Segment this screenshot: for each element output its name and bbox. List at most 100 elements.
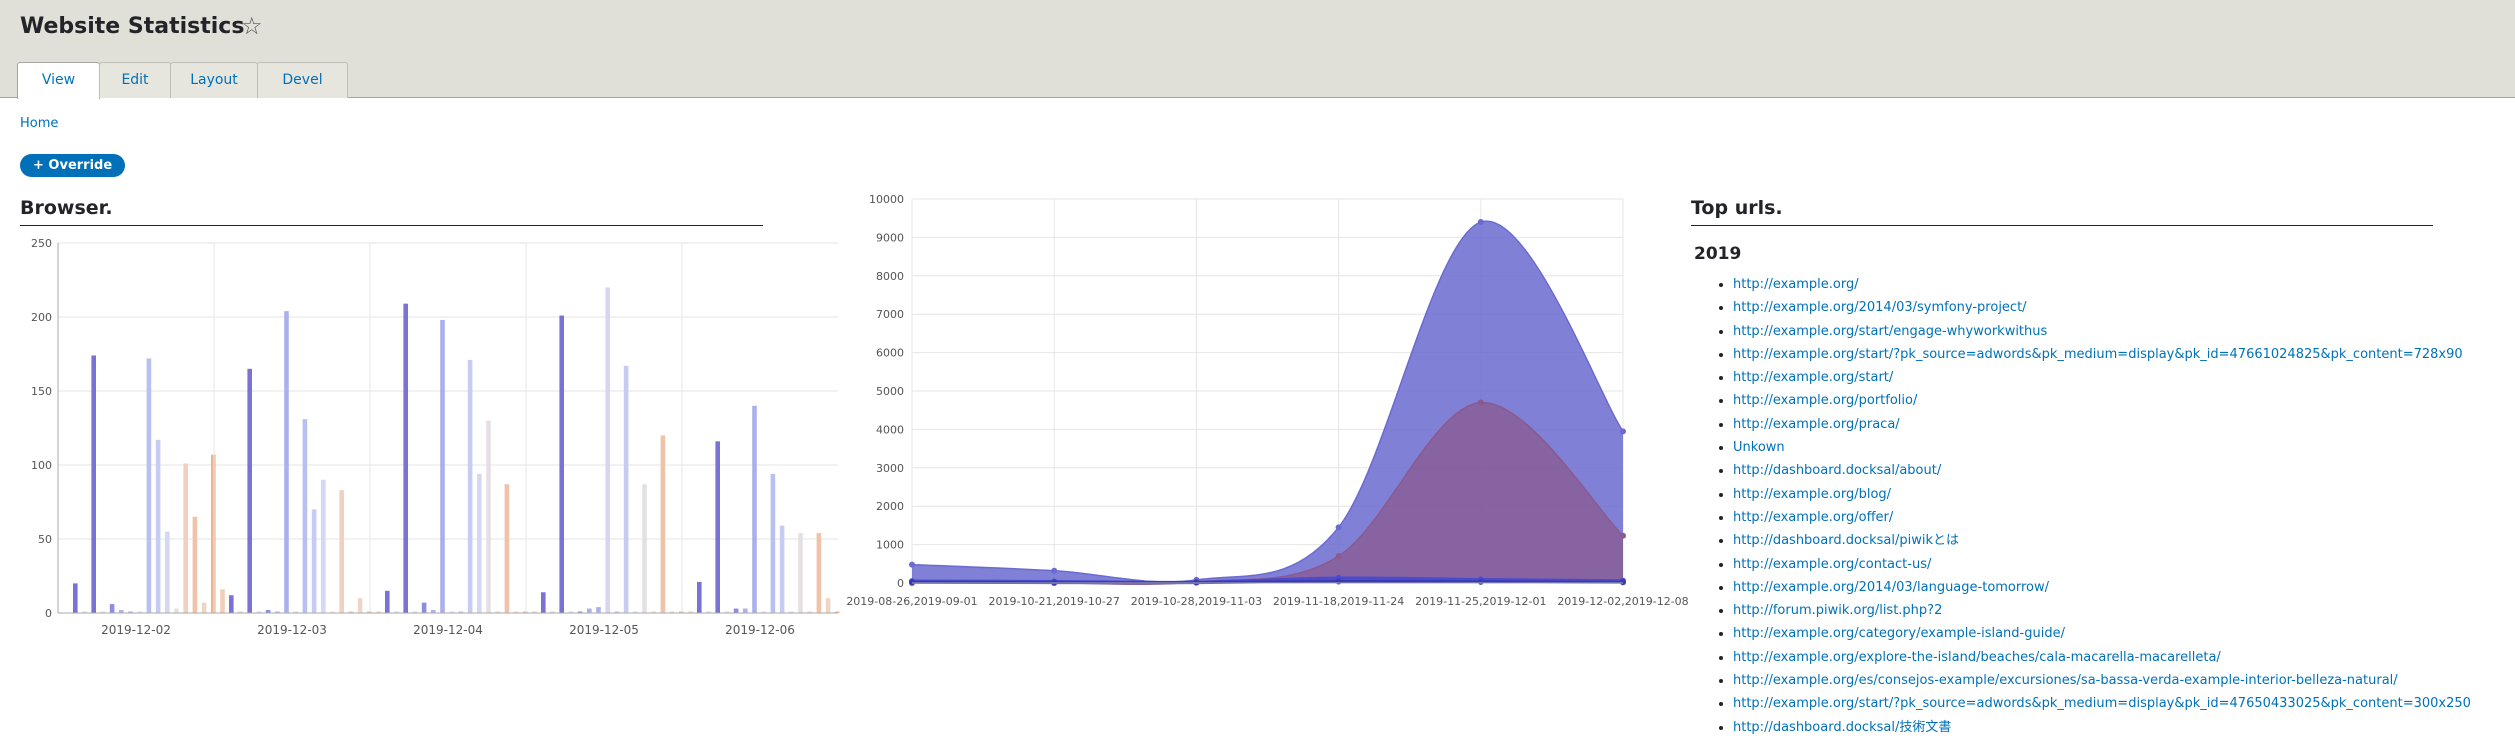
url-link[interactable]: http://example.org/2014/03/symfony-proje… bbox=[1733, 300, 2027, 315]
url-list-item: http://example.org/portfolio/ bbox=[1733, 392, 2471, 415]
url-link[interactable]: http://forum.piwik.org/list.php?2 bbox=[1733, 603, 1942, 618]
url-link[interactable]: http://example.org/contact-us/ bbox=[1733, 557, 1931, 572]
url-link[interactable]: http://example.org/start/engage-whyworkw… bbox=[1733, 324, 2047, 339]
x-tick-label: 2019-12-02 bbox=[101, 623, 171, 637]
star-outline-icon[interactable]: ☆ bbox=[241, 12, 263, 40]
bar bbox=[743, 608, 748, 613]
x-tick-label: 2019-10-21,2019-10-27 bbox=[989, 595, 1120, 608]
bar bbox=[192, 516, 198, 613]
url-link[interactable]: http://example.org/2014/03/language-tomo… bbox=[1733, 580, 2049, 595]
y-tick-label: 6000 bbox=[876, 347, 904, 360]
url-list-item: http://dashboard.docksal/技術文書 bbox=[1733, 719, 2471, 742]
url-link[interactable]: http://dashboard.docksal/about/ bbox=[1733, 463, 1941, 478]
bar bbox=[798, 533, 803, 613]
x-tick-label: 2019-12-06 bbox=[725, 623, 795, 637]
bar bbox=[183, 463, 188, 613]
bar bbox=[357, 598, 363, 613]
tab-view[interactable]: View bbox=[17, 62, 100, 99]
bar bbox=[201, 602, 207, 613]
url-list-item: http://example.org/ bbox=[1733, 276, 2471, 299]
bar bbox=[477, 473, 482, 613]
bar bbox=[211, 454, 216, 613]
bar bbox=[284, 311, 289, 613]
url-link[interactable]: http://example.org/category/example-isla… bbox=[1733, 626, 2065, 641]
bar bbox=[559, 315, 564, 613]
url-link[interactable]: http://dashboard.docksal/技術文書 bbox=[1733, 720, 1951, 735]
bar bbox=[421, 602, 427, 613]
url-link[interactable]: http://example.org/ bbox=[1733, 277, 1859, 292]
url-list-item: http://example.org/2014/03/symfony-proje… bbox=[1733, 299, 2471, 322]
primary-tabs: View Edit Layout Devel bbox=[17, 62, 348, 99]
url-link[interactable]: http://example.org/es/consejos-example/e… bbox=[1733, 673, 2398, 688]
bar bbox=[642, 484, 647, 613]
url-list-item: http://example.org/start/ bbox=[1733, 369, 2471, 392]
data-point bbox=[1477, 399, 1484, 406]
y-tick-label: 9000 bbox=[876, 231, 904, 244]
url-link[interactable]: http://example.org/portfolio/ bbox=[1733, 393, 1917, 408]
bar bbox=[155, 439, 161, 613]
x-tick-label: 2019-11-25,2019-12-01 bbox=[1415, 595, 1546, 608]
x-tick-label: 2019-12-02,2019-12-08 bbox=[1557, 595, 1688, 608]
url-list-item: http://dashboard.docksal/piwikとは bbox=[1733, 532, 2471, 555]
bar bbox=[596, 607, 601, 613]
bar bbox=[91, 355, 96, 613]
url-link[interactable]: http://example.org/start/?pk_source=adwo… bbox=[1733, 696, 2471, 711]
browser-block-title: Browser. bbox=[20, 197, 763, 226]
y-tick-label: 3000 bbox=[876, 462, 904, 475]
url-link[interactable]: Unkown bbox=[1733, 440, 1785, 455]
bar bbox=[779, 525, 785, 613]
bar bbox=[165, 531, 170, 613]
tab-devel[interactable]: Devel bbox=[257, 62, 348, 98]
bar bbox=[403, 303, 408, 613]
bar bbox=[440, 319, 445, 613]
bar bbox=[770, 473, 776, 613]
bar bbox=[605, 287, 610, 613]
url-list-item: http://example.org/praca/ bbox=[1733, 416, 2471, 439]
url-list-item: http://example.org/contact-us/ bbox=[1733, 556, 2471, 579]
override-button[interactable]: + Override bbox=[20, 154, 126, 177]
y-tick-label: 50 bbox=[38, 533, 52, 546]
url-link[interactable]: http://dashboard.docksal/piwikとは bbox=[1733, 533, 1959, 548]
bar bbox=[229, 595, 234, 613]
data-point bbox=[909, 561, 915, 568]
bar bbox=[486, 420, 491, 613]
bar bbox=[339, 490, 344, 613]
data-point bbox=[1620, 428, 1626, 435]
bar bbox=[733, 608, 739, 613]
tab-layout[interactable]: Layout bbox=[170, 62, 258, 98]
url-list-item: http://example.org/offer/ bbox=[1733, 509, 2471, 532]
url-list-item: http://example.org/start/?pk_source=adwo… bbox=[1733, 695, 2471, 718]
bar bbox=[825, 598, 831, 613]
bar bbox=[752, 405, 757, 613]
data-point bbox=[1335, 524, 1342, 531]
x-tick-label: 2019-10-28,2019-11-03 bbox=[1131, 595, 1262, 608]
url-link[interactable]: http://example.org/start/ bbox=[1733, 370, 1893, 385]
y-tick-label: 100 bbox=[31, 459, 52, 472]
top-urls-block-title: Top urls. bbox=[1691, 197, 2433, 226]
bar bbox=[623, 365, 629, 613]
tab-edit[interactable]: Edit bbox=[99, 62, 171, 98]
y-tick-label: 150 bbox=[31, 385, 52, 398]
data-point bbox=[1477, 578, 1484, 585]
bar bbox=[146, 358, 152, 613]
url-list-item: http://dashboard.docksal/about/ bbox=[1733, 462, 2471, 485]
url-link[interactable]: http://example.org/praca/ bbox=[1733, 417, 1900, 432]
x-tick-label: 2019-12-03 bbox=[257, 623, 327, 637]
x-tick-label: 2019-11-18,2019-11-24 bbox=[1273, 595, 1404, 608]
url-link[interactable]: http://example.org/blog/ bbox=[1733, 487, 1891, 502]
url-list-item: http://example.org/start/engage-whyworkw… bbox=[1733, 323, 2471, 346]
bar bbox=[467, 359, 473, 613]
url-link[interactable]: http://example.org/start/?pk_source=adwo… bbox=[1733, 347, 2463, 362]
url-list-item: http://example.org/start/?pk_source=adwo… bbox=[1733, 346, 2471, 369]
url-list-item: http://example.org/es/consejos-example/e… bbox=[1733, 672, 2471, 695]
visits-area-chart: 0 1000 2000 3000 4000 5000 6000 7000 8000 9000 100… bbox=[846, 193, 1688, 608]
y-tick-label: 2000 bbox=[876, 500, 904, 513]
bar bbox=[321, 479, 326, 613]
url-link[interactable]: http://example.org/offer/ bbox=[1733, 510, 1893, 525]
url-link[interactable]: http://example.org/explore-the-island/be… bbox=[1733, 650, 2221, 665]
bar bbox=[385, 590, 390, 613]
y-tick-label: 5000 bbox=[876, 385, 904, 398]
bar bbox=[311, 509, 317, 613]
breadcrumb-home-link[interactable]: Home bbox=[20, 116, 58, 131]
data-point bbox=[1051, 567, 1058, 574]
